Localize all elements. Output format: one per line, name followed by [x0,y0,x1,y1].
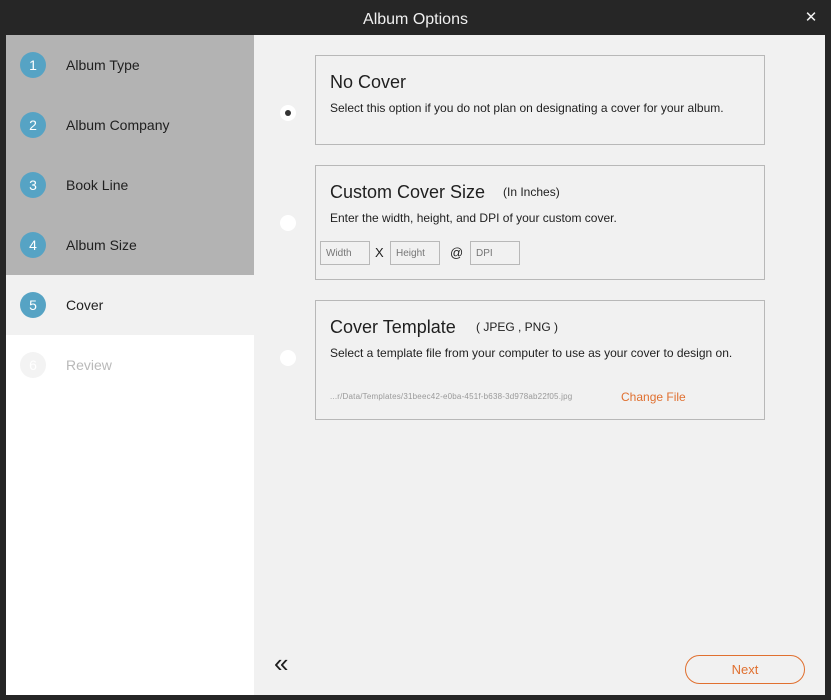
times-sign: X [375,245,384,260]
step-label: Review [66,357,112,373]
step-label: Album Type [66,57,140,73]
step-number-badge: 2 [20,112,46,138]
album-options-window: Album Options ✕ 1 Album Type 2 Album Com… [0,0,831,700]
no-cover-radio[interactable] [280,105,296,121]
width-input[interactable] [320,241,370,265]
step-cover[interactable]: 5 Cover [6,275,254,335]
next-button[interactable]: Next [685,655,805,684]
custom-size-subtitle: (In Inches) [503,185,560,199]
step-album-size[interactable]: 4 Album Size [6,215,254,275]
title-bar: Album Options ✕ [0,0,831,36]
custom-size-title: Custom Cover Size [330,182,486,202]
step-number-badge: 3 [20,172,46,198]
step-label: Album Company [66,117,170,133]
step-review: 6 Review [6,335,254,395]
custom-size-description: Enter the width, height, and DPI of your… [330,211,617,225]
dpi-input[interactable] [470,241,520,265]
cover-template-option[interactable]: Cover Template ( JPEG , PNG ) Select a t… [315,300,765,420]
step-album-company[interactable]: 2 Album Company [6,95,254,155]
step-number-badge: 1 [20,52,46,78]
step-label: Album Size [66,237,137,253]
step-number-badge: 4 [20,232,46,258]
change-file-link[interactable]: Change File [621,390,686,404]
step-number-badge: 6 [20,352,46,378]
template-file-path: ...r/Data/Templates/31beec42-e0ba-451f-b… [330,392,573,401]
no-cover-option[interactable]: No Cover Select this option if you do no… [315,55,765,145]
no-cover-description: Select this option if you do not plan on… [330,101,724,115]
step-book-line[interactable]: 3 Book Line [6,155,254,215]
custom-size-radio[interactable] [280,215,296,231]
window-title: Album Options [363,11,468,28]
template-description: Select a template file from your compute… [330,346,733,360]
template-subtitle: ( JPEG , PNG ) [476,320,559,334]
custom-size-option[interactable]: Custom Cover Size (In Inches) Enter the … [315,165,765,280]
template-radio[interactable] [280,350,296,366]
template-title: Cover Template [330,317,456,337]
no-cover-title: No Cover [330,72,407,92]
close-icon[interactable]: ✕ [803,10,819,26]
double-chevron-left-icon[interactable]: « [274,650,296,676]
step-label: Book Line [66,177,129,193]
step-label: Cover [66,297,104,313]
at-sign: @ [450,245,464,260]
cover-options-panel: No Cover Select this option if you do no… [254,35,825,695]
step-number-badge: 5 [20,292,46,318]
step-album-type[interactable]: 1 Album Type [6,35,254,95]
height-input[interactable] [390,241,440,265]
steps-sidebar: 1 Album Type 2 Album Company 3 Book Line… [6,35,254,695]
